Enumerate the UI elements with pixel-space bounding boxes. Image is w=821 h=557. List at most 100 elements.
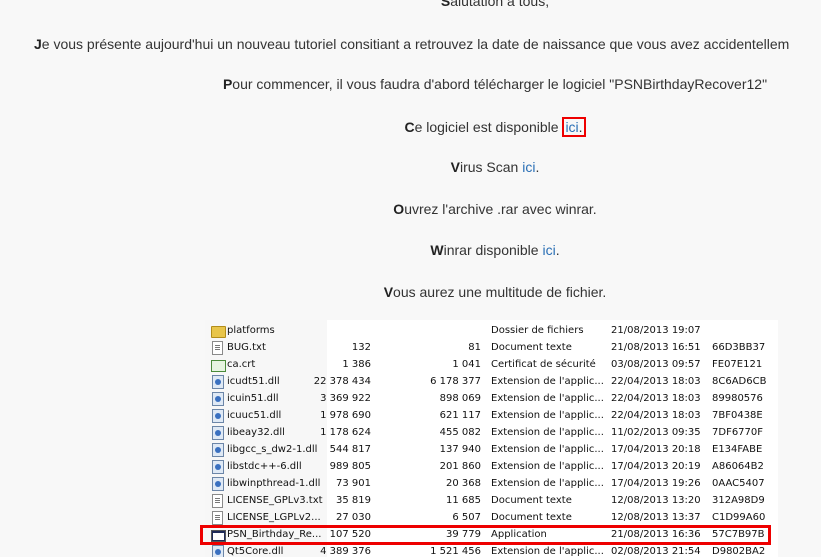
winrar-line: Winrar disponible ici.: [430, 242, 560, 258]
archive-file-list: platforms Dossier de fichiers 21/08/2013 1…: [205, 320, 778, 557]
file-crc: 0AAC5407: [712, 478, 765, 489]
dll-icon: [212, 545, 224, 557]
file-packed-size: 455 082: [439, 427, 481, 438]
folder-icon: [211, 326, 226, 338]
software-availability: Ce logiciel est disponible ici.: [0, 117, 821, 137]
file-packed-size: 1 521 456: [430, 546, 481, 557]
file-row[interactable]: icuin51.dll 3 369 922 898 069 Extension de …: [205, 390, 778, 407]
file-size: 27 030: [336, 512, 371, 523]
file-name: icuin51.dll: [227, 393, 279, 404]
file-size: 4 389 376: [320, 546, 371, 557]
file-type: Extension de l'applic...: [491, 444, 604, 455]
file-packed-size: 11 685: [446, 495, 481, 506]
file-size: 3 369 922: [320, 393, 371, 404]
open-archive-line: Ouvrez l'archive .rar avec winrar.: [393, 201, 597, 217]
file-type: Dossier de fichiers: [491, 325, 584, 336]
dll-icon: [212, 392, 224, 406]
file-row[interactable]: Qt5Core.dll 4 389 376 1 521 456 Extension d…: [205, 543, 778, 557]
file-row[interactable]: libeay32.dll 1 178 624 455 082 Extension de…: [205, 424, 778, 441]
file-type: Certificat de sécurité: [491, 359, 596, 370]
salutation-line: Salutation à tous,: [440, 0, 550, 9]
file-packed-size: 6 507: [452, 512, 481, 523]
file-crc: 7DF6770F: [712, 427, 764, 438]
file-type: Extension de l'applic...: [491, 546, 604, 557]
file-size: 1 178 624: [320, 427, 371, 438]
text-file-icon: [212, 511, 223, 525]
file-row[interactable]: BUG.txt 132 81 Document texte 21/08/2013 16:…: [205, 339, 778, 356]
file-name: LICENSE_LGPLv2...: [227, 512, 321, 523]
dll-icon: [212, 477, 224, 491]
file-modified: 02/08/2013 21:54: [611, 546, 701, 557]
file-crc: 8C6AD6CB: [712, 376, 767, 387]
file-packed-size: 1 041: [452, 359, 481, 370]
text-file-icon: [212, 341, 223, 355]
file-size: 1 386: [342, 359, 371, 370]
file-modified: 17/04/2013 20:19: [611, 461, 701, 472]
file-name: libeay32.dll: [227, 427, 285, 438]
file-crc: 89980576: [712, 393, 763, 404]
files-line: Vous aurez une multitude de fichier.: [383, 284, 607, 300]
file-name: libgcc_s_dw2-1.dll: [227, 444, 318, 455]
file-crc: E134FABE: [712, 444, 763, 455]
file-crc: 7BF0438E: [712, 410, 763, 421]
dll-icon: [212, 409, 224, 423]
file-modified: 17/04/2013 19:26: [611, 478, 701, 489]
file-packed-size: 137 940: [439, 444, 481, 455]
file-modified: 21/08/2013 16:51: [611, 342, 701, 353]
file-row[interactable]: libstdc++-6.dll 989 805 201 860 Extension d…: [205, 458, 778, 475]
file-modified: 21/08/2013 19:07: [611, 325, 701, 336]
software-download-link[interactable]: ici: [565, 119, 578, 135]
file-size: 73 901: [336, 478, 371, 489]
file-type: Document texte: [491, 512, 572, 523]
file-packed-size: 6 178 377: [430, 376, 481, 387]
file-row[interactable]: platforms Dossier de fichiers 21/08/2013 1…: [205, 322, 778, 339]
file-modified: 22/04/2013 18:03: [611, 410, 701, 421]
certificate-icon: [211, 360, 226, 372]
intro-paragraph: Je vous présente aujourd'hui un nouveau …: [34, 36, 790, 52]
dll-icon: [212, 443, 224, 457]
file-row[interactable]: libwinpthread-1.dll 73 901 20 368 Extension…: [205, 475, 778, 492]
file-size: 22 378 434: [313, 376, 371, 387]
software-download-link-highlight[interactable]: ici.: [562, 117, 586, 137]
dll-icon: [212, 426, 224, 440]
file-row[interactable]: libgcc_s_dw2-1.dll 544 817 137 940 Extensio…: [205, 441, 778, 458]
file-packed-size: 20 368: [446, 478, 481, 489]
file-size: 132: [351, 342, 371, 353]
file-name: icuuc51.dll: [227, 410, 282, 421]
file-modified: 22/04/2013 18:03: [611, 376, 701, 387]
dll-icon: [212, 460, 224, 474]
file-type: Extension de l'applic...: [491, 393, 604, 404]
dll-icon: [212, 375, 224, 389]
file-packed-size: 81: [468, 342, 481, 353]
file-type: Extension de l'applic...: [491, 410, 604, 421]
file-name: BUG.txt: [227, 342, 266, 353]
file-row[interactable]: icudt51.dll 22 378 434 6 178 377 Extension …: [205, 373, 778, 390]
file-row[interactable]: LICENSE_GPLv3.txt 35 819 11 685 Document te…: [205, 492, 778, 509]
file-crc: A86064B2: [712, 461, 764, 472]
file-size: 1 978 690: [320, 410, 371, 421]
file-modified: 11/02/2013 09:35: [611, 427, 701, 438]
file-size: 544 817: [329, 444, 371, 455]
winrar-link[interactable]: ici: [542, 242, 555, 258]
text-file-icon: [212, 494, 223, 508]
file-name: icudt51.dll: [227, 376, 280, 387]
file-name: ca.crt: [227, 359, 256, 370]
file-type: Extension de l'applic...: [491, 427, 604, 438]
file-modified: 17/04/2013 20:18: [611, 444, 701, 455]
file-name: platforms: [227, 325, 275, 336]
file-row[interactable]: LICENSE_LGPLv2... 27 030 6 507 Document tex…: [205, 509, 778, 526]
download-instruction: Pour commencer, il vous faudra d'abord t…: [222, 76, 768, 92]
file-type: Extension de l'applic...: [491, 478, 604, 489]
file-name: libwinpthread-1.dll: [227, 478, 321, 489]
file-crc: C1D99A60: [712, 512, 766, 523]
file-modified: 12/08/2013 13:37: [611, 512, 701, 523]
file-type: Document texte: [491, 495, 572, 506]
file-type: Document texte: [491, 342, 572, 353]
file-packed-size: 201 860: [439, 461, 481, 472]
virus-scan-link[interactable]: ici: [522, 159, 535, 175]
file-crc: 312A98D9: [712, 495, 765, 506]
file-crc: 66D3BB37: [712, 342, 766, 353]
file-row[interactable]: ca.crt 1 386 1 041 Certificat de sécurité 03…: [205, 356, 778, 373]
file-modified: 12/08/2013 13:20: [611, 495, 701, 506]
file-row[interactable]: icuuc51.dll 1 978 690 621 117 Extension de …: [205, 407, 778, 424]
